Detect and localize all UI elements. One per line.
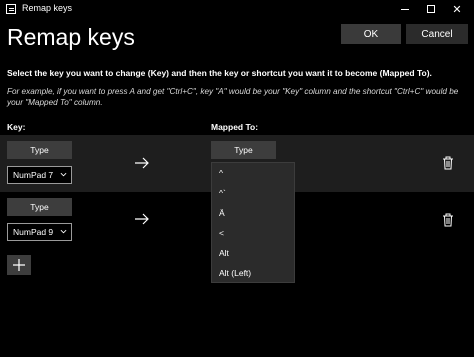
maximize-icon xyxy=(427,5,435,13)
key-select[interactable]: NumPad 7 xyxy=(7,166,72,184)
delete-icon[interactable] xyxy=(442,213,454,227)
title-bar: Remap keys ✕ xyxy=(0,0,474,18)
menu-item[interactable]: Ä xyxy=(212,203,294,223)
close-icon: ✕ xyxy=(452,3,462,16)
ok-button[interactable]: OK xyxy=(341,24,401,44)
key-column-header: Key: xyxy=(7,122,26,132)
instructions-text: Select the key you want to change (Key) … xyxy=(7,68,432,78)
minimize-button[interactable] xyxy=(392,0,418,18)
close-button[interactable]: ✕ xyxy=(444,0,470,18)
add-mapping-button[interactable] xyxy=(7,255,31,275)
mapped-column-header: Mapped To: xyxy=(211,122,259,132)
delete-icon[interactable] xyxy=(442,156,454,170)
page-title: Remap keys xyxy=(7,24,135,50)
app-keyboard-icon xyxy=(6,4,16,14)
menu-item[interactable]: ^ xyxy=(212,163,294,183)
cancel-button[interactable]: Cancel xyxy=(406,24,468,44)
minimize-icon xyxy=(401,8,409,10)
menu-item[interactable]: Alt xyxy=(212,243,294,263)
arrow-right-icon xyxy=(135,213,149,225)
example-text: For example, if you want to press A and … xyxy=(7,87,459,107)
key-select[interactable]: NumPad 9 xyxy=(7,223,72,241)
menu-item[interactable]: Alt (Left) xyxy=(212,263,294,283)
plus-icon xyxy=(13,259,25,271)
arrow-right-icon xyxy=(135,157,149,169)
key-select-value: NumPad 9 xyxy=(13,227,54,237)
mapped-type-button[interactable]: Type xyxy=(211,141,276,159)
menu-item[interactable]: < xyxy=(212,223,294,243)
key-type-button[interactable]: Type xyxy=(7,198,72,216)
chevron-down-icon xyxy=(60,172,67,177)
key-type-button[interactable]: Type xyxy=(7,141,72,159)
window-title: Remap keys xyxy=(22,3,73,13)
menu-item[interactable]: ^` xyxy=(212,183,294,203)
mapped-key-dropdown-menu: ^ ^` Ä < Alt Alt (Left) xyxy=(211,162,295,283)
maximize-button[interactable] xyxy=(418,0,444,18)
chevron-down-icon xyxy=(60,229,67,234)
key-select-value: NumPad 7 xyxy=(13,170,54,180)
